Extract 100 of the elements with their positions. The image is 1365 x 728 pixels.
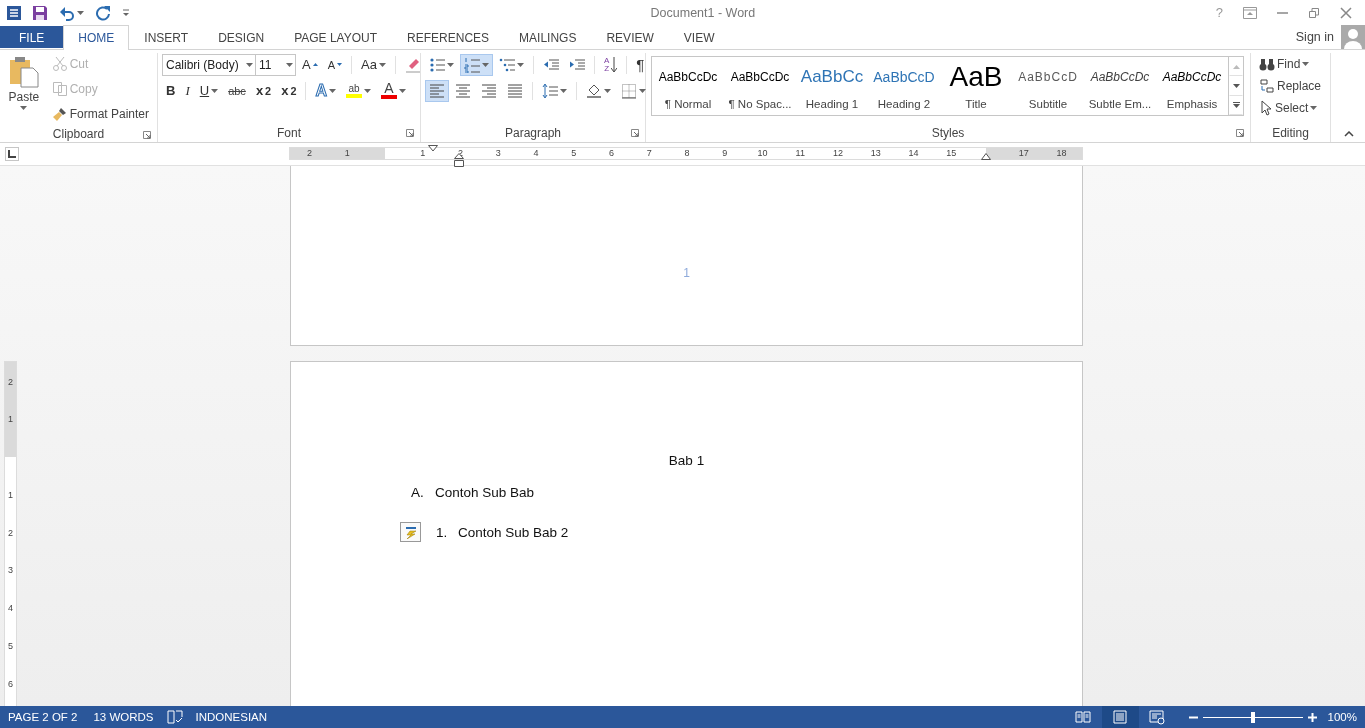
multilevel-list-icon [499, 56, 515, 73]
style-name[interactable]: ¶ Normal [664, 98, 712, 110]
first-line-indent-marker[interactable] [428, 145, 438, 152]
sign-in-link[interactable]: Sign in [1294, 29, 1335, 45]
align-left-icon [429, 82, 445, 99]
style-name[interactable]: Subtitle [1028, 98, 1068, 110]
heading-text: Bab 1 [668, 453, 705, 468]
caret-icon [560, 88, 567, 93]
ribbon-tab[interactable]: REVIEW [591, 25, 669, 50]
caret-icon [328, 88, 336, 93]
style-name[interactable]: Emphasis [1166, 98, 1218, 110]
ruler-number: 18 [1056, 148, 1067, 159]
shrink-font-button[interactable]: A [323, 53, 346, 76]
underline-button[interactable]: U [195, 79, 223, 102]
style-preview[interactable]: AaBbCc [800, 62, 864, 92]
group-label: Paragraph [504, 125, 561, 140]
numbering-button[interactable] [460, 53, 493, 76]
dialog-launcher-icon [1236, 129, 1244, 137]
file-tab[interactable]: FILE [0, 26, 64, 48]
ribbon-options-button[interactable] [1242, 5, 1258, 20]
word-count[interactable]: 13 WORDS [85, 711, 162, 723]
autoformat-options-button[interactable] [400, 522, 421, 542]
zoom-slider-thumb[interactable] [1250, 711, 1255, 723]
style-preview[interactable]: AaBbCcDc [1090, 62, 1150, 92]
zoom-in-button[interactable] [1306, 711, 1318, 723]
list-marker: 1. [436, 524, 449, 540]
dialog-launcher-icon [406, 129, 414, 137]
select-button[interactable]: Select [1255, 97, 1326, 119]
right-indent-marker[interactable] [981, 153, 991, 160]
ruler-number: 15 [946, 148, 957, 159]
book-icon [1075, 709, 1092, 725]
style-name[interactable]: Heading 2 [877, 98, 931, 110]
ribbon-tab[interactable]: HOME [63, 25, 130, 50]
borders-icon [621, 82, 637, 99]
sort-button[interactable]: A Z [600, 53, 622, 76]
font-color-button[interactable]: A [376, 79, 410, 102]
highlight-button[interactable]: ab [341, 79, 375, 102]
find-button[interactable]: Find [1255, 53, 1326, 75]
replace-icon [1259, 78, 1275, 94]
style-name[interactable]: Subtle Em... [1088, 98, 1152, 110]
change-case-button[interactable]: Aa [357, 53, 390, 76]
style-preview[interactable]: AaBbCcDc [658, 62, 718, 92]
ribbon-tab[interactable]: VIEW [668, 25, 730, 50]
style-preview[interactable]: AaB [949, 62, 1003, 92]
ribbon-tab[interactable]: DESIGN [203, 25, 280, 50]
show-formatting-marks-button[interactable]: ¶ [632, 53, 649, 76]
format-painter-button[interactable]: Format Painter [47, 103, 153, 125]
style-name[interactable]: Title [965, 98, 987, 110]
paste-button[interactable]: Paste [4, 53, 44, 119]
tab-selector-button[interactable] [5, 147, 19, 161]
caret-icon [398, 88, 406, 93]
ribbon-tab[interactable]: PAGE LAYOUT [279, 25, 393, 50]
up-triangle-icon [1232, 64, 1240, 69]
caret-icon [286, 62, 293, 67]
redo-button[interactable] [94, 3, 112, 22]
close-button[interactable] [1339, 5, 1353, 20]
font-name-field[interactable]: Calibri (Body) [162, 53, 256, 76]
ribbon-tab[interactable]: INSERT [129, 25, 204, 50]
align-left-button[interactable] [425, 79, 449, 102]
restore-button[interactable] [1307, 5, 1321, 20]
grow-font-button[interactable]: A [298, 53, 322, 76]
ruler-number: 4 [7, 603, 14, 613]
view-button[interactable] [1101, 706, 1139, 728]
style-preview[interactable]: AaBbCcDc [1162, 62, 1222, 92]
italic-button[interactable]: I [181, 79, 194, 102]
style-name[interactable]: Heading 1 [805, 98, 859, 110]
style-name[interactable]: ¶ No Spac... [728, 98, 792, 110]
bold-button[interactable]: B [162, 79, 180, 102]
copy-icon [51, 81, 68, 97]
style-preview[interactable]: AaBbCcD [873, 62, 935, 92]
ruler-number: 14 [908, 148, 919, 159]
style-preview[interactable]: AaBbCcD [1018, 62, 1078, 92]
replace-button[interactable]: Replace [1255, 75, 1326, 97]
strikethrough-button[interactable]: abc [224, 79, 250, 102]
ribbon-tab[interactable]: MAILINGS [504, 25, 592, 50]
proofing-book-icon [166, 710, 183, 724]
caret-icon [363, 88, 371, 93]
zoom-level[interactable]: 100% [1317, 711, 1365, 723]
save-button[interactable] [31, 3, 49, 22]
ruler-number: 1 [7, 490, 14, 500]
ruler-number: 2 [7, 377, 14, 386]
ribbon-tab[interactable]: REFERENCES [392, 25, 505, 50]
caret-icon [482, 62, 489, 67]
clipboard-icon [8, 56, 39, 88]
customize-button[interactable] [121, 7, 131, 18]
style-preview[interactable]: AaBbCcDc [730, 62, 790, 92]
ruler-number: 5 [571, 148, 577, 159]
lightning-icon [403, 525, 418, 539]
justify-icon [507, 82, 523, 99]
group-label: Styles [931, 125, 965, 140]
list-marker: A. [411, 485, 425, 500]
down-arrow-icon [611, 56, 618, 73]
ruler-number: 1 [344, 148, 350, 159]
eraser-icon [404, 56, 421, 73]
numbered-list-icon [464, 56, 480, 73]
page-count[interactable]: PAGE 2 OF 2 [0, 711, 86, 723]
language-indicator[interactable]: INDONESIAN [187, 711, 276, 723]
caret-icon [211, 88, 219, 93]
plus-icon [1307, 712, 1317, 722]
font-size-field[interactable]: 11 [255, 53, 296, 76]
